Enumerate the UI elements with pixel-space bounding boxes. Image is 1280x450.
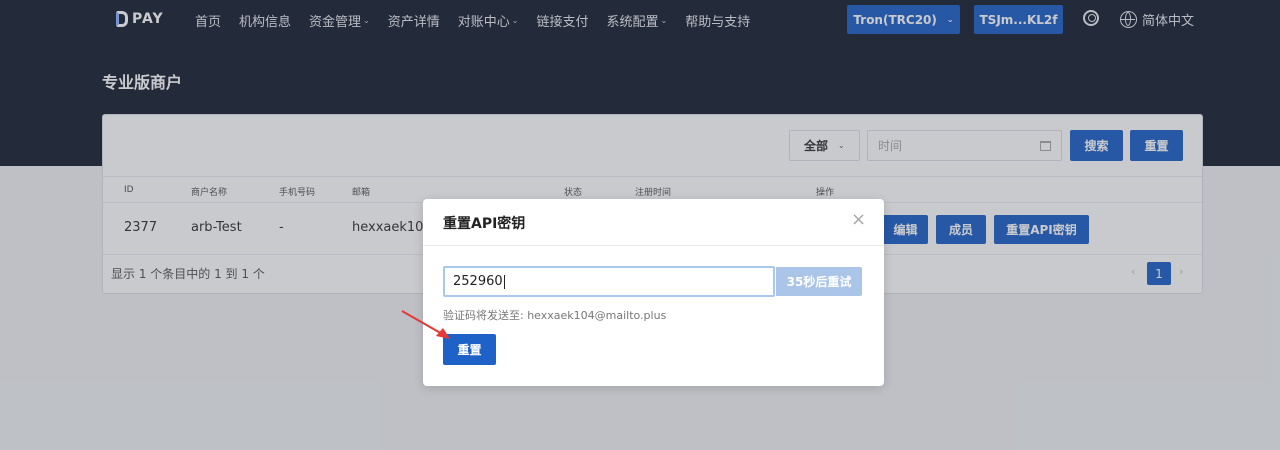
code-sent-hint: 验证码将发送至: hexxaek104@mailto.plus [443, 309, 667, 322]
verification-code-input[interactable]: 252960 [443, 266, 775, 297]
divider [423, 245, 884, 246]
reset-api-key-dialog: 重置API密钥 × 252960 35秒后重试 验证码将发送至: hexxaek… [423, 199, 884, 386]
close-icon[interactable]: × [851, 211, 866, 229]
annotation-arrow-icon [401, 310, 450, 339]
verification-code-value: 252960 [453, 274, 503, 289]
text-caret [503, 274, 505, 289]
dialog-title: 重置API密钥 [443, 216, 526, 232]
resend-code-button[interactable]: 35秒后重试 [776, 267, 862, 296]
